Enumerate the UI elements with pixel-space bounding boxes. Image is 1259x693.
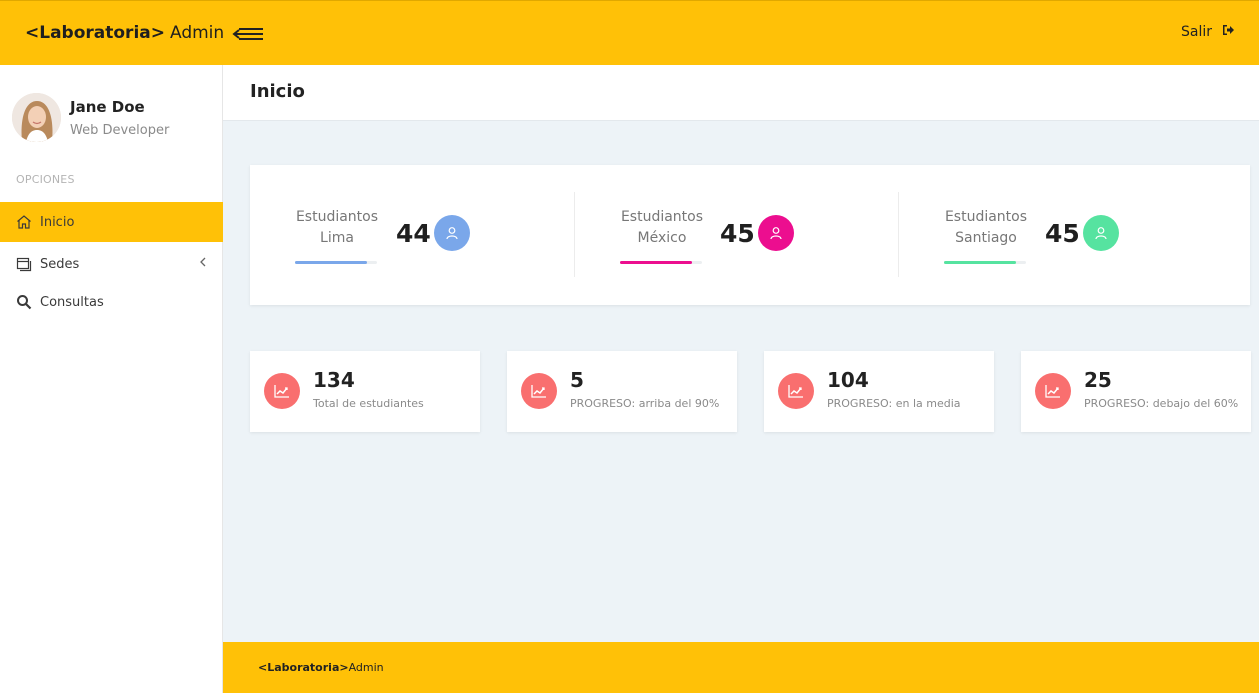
page-title: Inicio (250, 81, 305, 102)
sedes-icon (15, 255, 33, 273)
stat-value: 45 (720, 219, 755, 248)
user-icon (758, 215, 794, 251)
stat-label: Estudiantos Lima (295, 209, 379, 246)
campus-stats-panel: Estudiantos Lima 44 Estudiantos México 4… (250, 165, 1250, 305)
card-value: 104 (827, 368, 869, 392)
stat-progress-bar (295, 261, 377, 264)
footer-brand-suffix: Admin (348, 661, 384, 674)
avatar (12, 93, 61, 142)
top-bar: <Laboratoria> Admin Salir (0, 0, 1259, 65)
stat-progress-fill (295, 261, 368, 264)
stat-progress-fill (620, 261, 693, 264)
stat-santiago: Estudiantos Santiago 45 (899, 165, 1250, 305)
stat-mexico: Estudiantos México 45 (575, 165, 899, 305)
summary-card-above-90: 5 PROGRESO: arriba del 90% (507, 351, 737, 432)
stat-progress-fill (944, 261, 1017, 264)
card-caption: Total de estudiantes (313, 397, 424, 410)
sidebar-item-label: Consultas (40, 294, 104, 310)
sidebar-item-sedes[interactable]: Sedes (0, 244, 223, 284)
chart-line-icon (521, 373, 557, 409)
sidebar-section-label: OPCIONES (16, 173, 75, 186)
sidebar-item-consultas[interactable]: Consultas (0, 282, 223, 322)
footer-brand: <Laboratoria>Admin (258, 661, 384, 674)
stat-label: Estudiantos Santiago (944, 209, 1028, 246)
card-caption: PROGRESO: arriba del 90% (570, 397, 720, 410)
logout-label: Salir (1180, 24, 1212, 40)
chart-line-icon (1035, 373, 1071, 409)
logout-button[interactable]: Salir (1181, 24, 1235, 40)
chart-line-icon (264, 373, 300, 409)
sidebar-item-inicio[interactable]: Inicio (0, 202, 223, 242)
page-header: Inicio (223, 65, 1259, 121)
sign-out-icon (1222, 24, 1235, 40)
search-icon (15, 293, 33, 311)
user-name: Jane Doe (70, 97, 145, 116)
user-icon (434, 215, 470, 251)
user-role: Web Developer (70, 122, 170, 138)
stat-value: 44 (396, 219, 431, 248)
card-caption: PROGRESO: debajo del 60% (1084, 397, 1239, 410)
menu-toggle-icon[interactable] (231, 25, 265, 43)
summary-card-total: 134 Total de estudiantes (250, 351, 480, 432)
sidebar-item-label: Inicio (40, 214, 75, 230)
stat-progress-bar (620, 261, 702, 264)
user-icon (1083, 215, 1119, 251)
sidebar-item-label: Sedes (40, 256, 80, 272)
summary-card-below-60: 25 PROGRESO: debajo del 60% (1021, 351, 1251, 432)
card-value: 5 (570, 368, 584, 392)
brand-logo[interactable]: <Laboratoria> Admin (25, 23, 224, 43)
footer: <Laboratoria>Admin (223, 642, 1259, 693)
chevron-left-icon (199, 256, 207, 270)
home-icon (15, 213, 33, 231)
brand-suffix: Admin (169, 23, 225, 43)
sidebar: Jane Doe Web Developer OPCIONES Inicio S… (0, 65, 223, 693)
footer-brand-name: <Laboratoria> (258, 661, 349, 674)
stat-lima: Estudiantos Lima 44 (250, 165, 575, 305)
brand-name: <Laboratoria> (25, 23, 165, 43)
stat-label: Estudiantos México (620, 209, 704, 246)
card-caption: PROGRESO: en la media (827, 397, 961, 410)
stat-progress-bar (944, 261, 1026, 264)
card-value: 134 (313, 368, 355, 392)
card-value: 25 (1084, 368, 1112, 392)
user-profile: Jane Doe Web Developer (12, 93, 169, 142)
summary-card-average: 104 PROGRESO: en la media (764, 351, 994, 432)
chart-line-icon (778, 373, 814, 409)
stat-value: 45 (1045, 219, 1080, 248)
